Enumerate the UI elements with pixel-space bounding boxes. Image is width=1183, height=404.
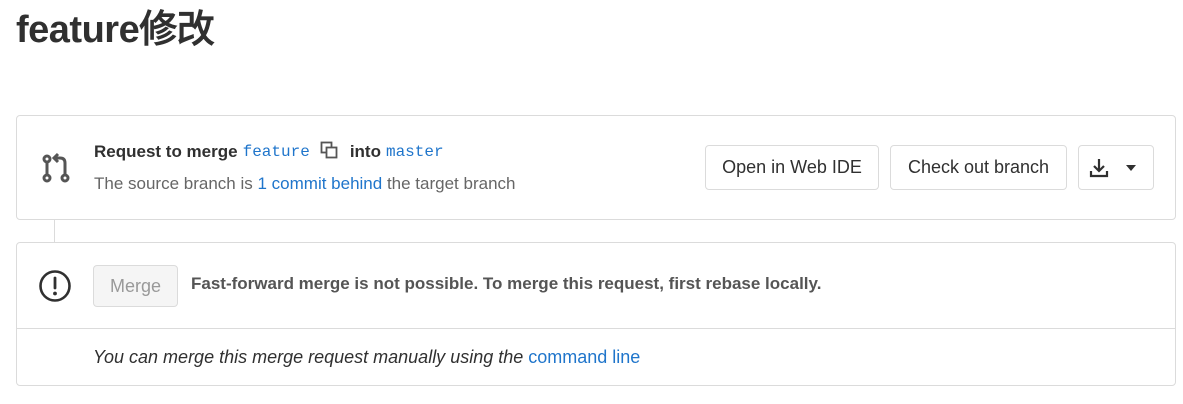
merge-request-title: Request to merge feature into master	[94, 141, 444, 162]
divider	[17, 328, 1175, 329]
download-dropdown-button[interactable]	[1078, 145, 1154, 190]
status-suffix: the target branch	[386, 174, 516, 193]
page-title: feature修改	[16, 9, 215, 51]
branch-status: The source branch is 1 commit behind the…	[94, 174, 515, 194]
request-prefix: Request to merge	[94, 142, 238, 161]
into-text: into	[349, 142, 381, 161]
command-line-link[interactable]: command line	[528, 347, 640, 367]
merge-widget-card: Merge Fast-forward merge is not possible…	[16, 242, 1176, 386]
commits-behind-link[interactable]: 1 commit behind	[257, 174, 382, 193]
manual-text: You can merge this merge request manuall…	[93, 347, 524, 367]
manual-merge-note: You can merge this merge request manuall…	[93, 347, 640, 368]
fast-forward-message: Fast-forward merge is not possible. To m…	[191, 274, 822, 293]
target-branch[interactable]: master	[386, 143, 444, 161]
open-web-ide-button[interactable]: Open in Web IDE	[705, 145, 879, 190]
copy-icon[interactable]	[320, 141, 338, 159]
alert-circle-icon	[39, 270, 71, 302]
status-prefix: The source branch is	[94, 174, 253, 193]
merge-request-icon	[42, 152, 70, 183]
download-icon	[1089, 158, 1109, 177]
chevron-down-icon	[1126, 164, 1136, 171]
merge-button[interactable]: Merge	[93, 265, 178, 307]
merge-request-header-card: Request to merge feature into master The…	[16, 115, 1176, 220]
check-out-branch-button[interactable]: Check out branch	[890, 145, 1067, 190]
connector-line	[54, 220, 55, 242]
source-branch[interactable]: feature	[243, 143, 310, 161]
